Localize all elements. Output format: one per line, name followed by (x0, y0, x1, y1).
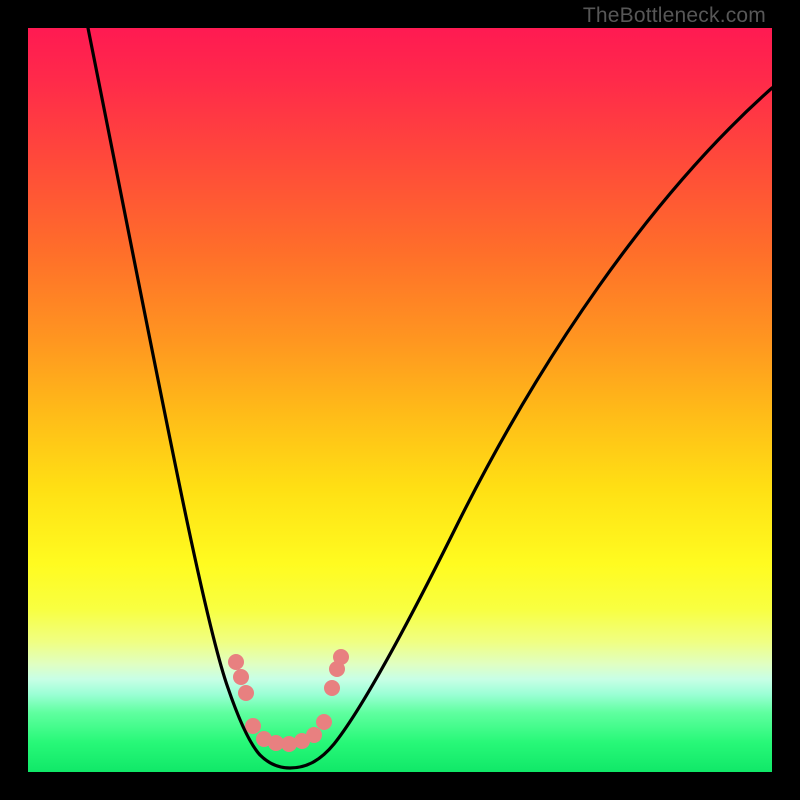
chart-frame: TheBottleneck.com (0, 0, 800, 800)
data-marker (233, 669, 249, 685)
plot-area (28, 28, 772, 772)
data-marker (324, 680, 340, 696)
data-marker (306, 727, 322, 743)
bottleneck-curve (86, 28, 772, 768)
data-marker (333, 649, 349, 665)
data-marker (316, 714, 332, 730)
watermark-label: TheBottleneck.com (583, 4, 766, 28)
chart-curves (28, 28, 772, 772)
data-marker (238, 685, 254, 701)
data-marker (228, 654, 244, 670)
data-marker (245, 718, 261, 734)
